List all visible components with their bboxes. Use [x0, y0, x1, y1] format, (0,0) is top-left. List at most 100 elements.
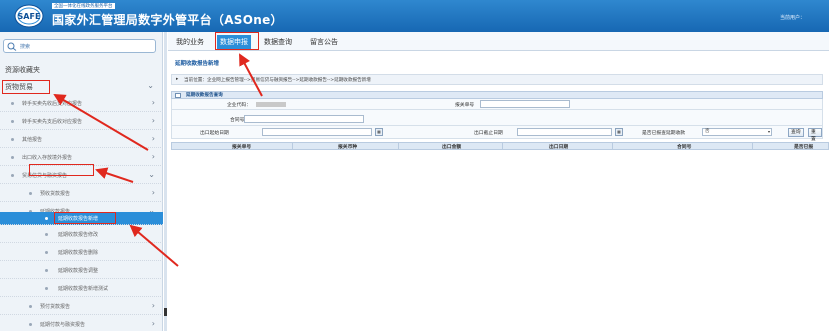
sidebar-item-label: 转手买卖先支后收对应报告: [22, 119, 83, 125]
tab-bar: 我的业务 数据申报 数据查询 留言公告: [168, 32, 829, 51]
reported-label: 是否已报查延期收款: [642, 131, 686, 136]
user-info: 当前用户：: [779, 15, 805, 21]
sidebar-splitter[interactable]: [164, 32, 167, 331]
calendar-icon[interactable]: ▦: [375, 128, 383, 136]
column-divider: [292, 143, 293, 149]
splitter-grip-icon[interactable]: [164, 308, 167, 316]
export-start-label: 出口起始日期: [200, 131, 229, 136]
chevron-right-icon: ›: [151, 134, 155, 143]
bullet-icon: [11, 102, 14, 105]
bullet-icon: [45, 217, 48, 220]
column-header[interactable]: 是否已报: [794, 143, 813, 150]
results-table-header: 报关单号 报关币种 出口金额 出口日期 合同号 是否已报: [171, 142, 829, 150]
annotation-box-deferred-add: [54, 212, 116, 224]
reported-select[interactable]: 否 ▾: [702, 128, 772, 136]
sidebar-item[interactable]: 延期收款报告修改: [0, 225, 163, 243]
sidebar-item[interactable]: 预付货款报告 ›: [0, 297, 163, 315]
safe-logo: SAFE: [14, 4, 44, 28]
panel-title: 延期收款报告查询: [186, 93, 223, 98]
sidebar-item-label: 延期收款报告修改: [58, 232, 99, 238]
sidebar-search[interactable]: 搜索: [3, 39, 156, 53]
sidebar-item-label: 延期收款报告删除: [58, 250, 99, 256]
sidebar-item-label: 预付货款报告: [40, 304, 71, 310]
sidebar-item[interactable]: 预收货款报告 ›: [0, 184, 163, 202]
tab-data-query[interactable]: 数据查询: [264, 37, 292, 47]
chevron-down-icon[interactable]: ⌄: [147, 81, 154, 90]
breadcrumb-text: 当前位置：企业网上报告管理-->贸易信贷与融资报告-->延期收款报告-->延期收…: [184, 78, 371, 83]
search-icon: [7, 42, 17, 51]
sidebar-item[interactable]: 转手买卖先收后支对应报告 ›: [0, 94, 163, 112]
chevron-down-icon: ⌄: [148, 170, 155, 179]
sidebar-item-label: 延期付款与融资报告: [40, 322, 86, 328]
form-row-3: 出口起始日期 ▦ 出口截止日期 ▦ 是否已报查延期收款 否 ▾ 查询 重置: [171, 126, 823, 142]
sidebar-item[interactable]: 延期收款报告删除: [0, 243, 163, 261]
column-divider: [752, 143, 753, 149]
column-header[interactable]: 出口金额: [442, 143, 461, 150]
sidebar-item[interactable]: 延期收款报告新增测试: [0, 279, 163, 297]
app-header: SAFE 全国一体化在线政务服务平台 国家外汇管理局数字外管平台（ASOne） …: [0, 0, 829, 32]
reset-button[interactable]: 重置: [808, 128, 822, 142]
sidebar-item-label: 延期收款报告调整: [58, 268, 99, 274]
sidebar-item[interactable]: 转手买卖先支后收对应报告 ›: [0, 112, 163, 130]
column-header[interactable]: 报关币种: [338, 143, 357, 150]
chevron-down-icon: ▾: [767, 129, 770, 134]
bullet-icon: [11, 138, 14, 141]
contract-no-input[interactable]: [244, 115, 364, 123]
sidebar-item-label: 其他报告: [22, 137, 43, 143]
annotation-box-tab: [215, 32, 259, 50]
app-title: 国家外汇管理局数字外管平台（ASOne）: [52, 13, 283, 27]
sidebar-item[interactable]: 其他报告 ›: [0, 130, 163, 148]
chevron-right-icon: ›: [151, 98, 155, 107]
collapse-toggle-icon[interactable]: [175, 93, 181, 98]
tab-my-business[interactable]: 我的业务: [176, 37, 204, 47]
export-start-input[interactable]: [262, 128, 372, 136]
sidebar-item[interactable]: 延期收款报告调整: [0, 261, 163, 279]
bullet-icon: [29, 305, 32, 308]
section-favorites[interactable]: 资源收藏夹: [5, 65, 40, 75]
column-header[interactable]: 出口日期: [549, 143, 568, 150]
contract-no-label: 合同号: [230, 118, 245, 123]
bullet-icon: [29, 323, 32, 326]
logo-text: SAFE: [18, 12, 41, 21]
query-button[interactable]: 查询: [788, 128, 804, 137]
export-end-input[interactable]: [517, 128, 612, 136]
annotation-box-trade-credit: [29, 164, 94, 176]
chevron-right-icon: ›: [151, 188, 155, 197]
column-divider: [502, 143, 503, 149]
search-label: 搜索: [20, 44, 31, 50]
company-code-label: 企业代码：: [227, 103, 251, 108]
sidebar-item-label: 预收货款报告: [40, 191, 71, 197]
calendar-icon[interactable]: ▦: [615, 128, 623, 136]
sidebar-item[interactable]: 延期付款与融资报告 ›: [0, 315, 163, 331]
slogan: 全国一体化在线政务服务平台: [52, 3, 115, 9]
form-row-2: 合同号: [171, 110, 823, 126]
customs-no-label: 报关单号: [455, 103, 475, 108]
bullet-icon: [45, 233, 48, 236]
reported-select-value: 否: [705, 129, 710, 134]
chevron-right-icon: ›: [151, 301, 155, 310]
breadcrumb-arrow-icon: ▸: [176, 77, 179, 82]
export-end-label: 出口截止日期: [474, 131, 503, 136]
form-row-1: 企业代码： 报关单号: [171, 99, 823, 110]
bullet-icon: [45, 251, 48, 254]
query-panel-header: 延期收款报告查询: [171, 91, 823, 99]
column-divider: [398, 143, 399, 149]
sidebar: 搜索 资源收藏夹 货物贸易 ⌄ 转手买卖先收后支对应报告 › 转手买卖先支后收对…: [0, 32, 163, 331]
bullet-icon: [45, 269, 48, 272]
page-title: 延期收款报告新增: [175, 61, 220, 67]
column-header[interactable]: 合同号: [677, 143, 691, 150]
bullet-icon: [11, 156, 14, 159]
chevron-right-icon: ›: [151, 116, 155, 125]
chevron-right-icon: ›: [151, 152, 155, 161]
annotation-box-goods-trade: [2, 80, 50, 94]
chevron-right-icon: ›: [151, 319, 155, 328]
company-code-value: [256, 102, 286, 107]
bullet-icon: [11, 174, 14, 177]
column-header[interactable]: 报关单号: [232, 143, 251, 150]
breadcrumb: ▸ 当前位置：企业网上报告管理-->贸易信贷与融资报告-->延期收款报告-->延…: [171, 74, 823, 85]
sidebar-item-label: 转手买卖先收后支对应报告: [22, 101, 83, 107]
column-divider: [612, 143, 613, 149]
tab-announcements[interactable]: 留言公告: [310, 37, 338, 47]
customs-no-input[interactable]: [480, 100, 570, 108]
bullet-icon: [29, 192, 32, 195]
